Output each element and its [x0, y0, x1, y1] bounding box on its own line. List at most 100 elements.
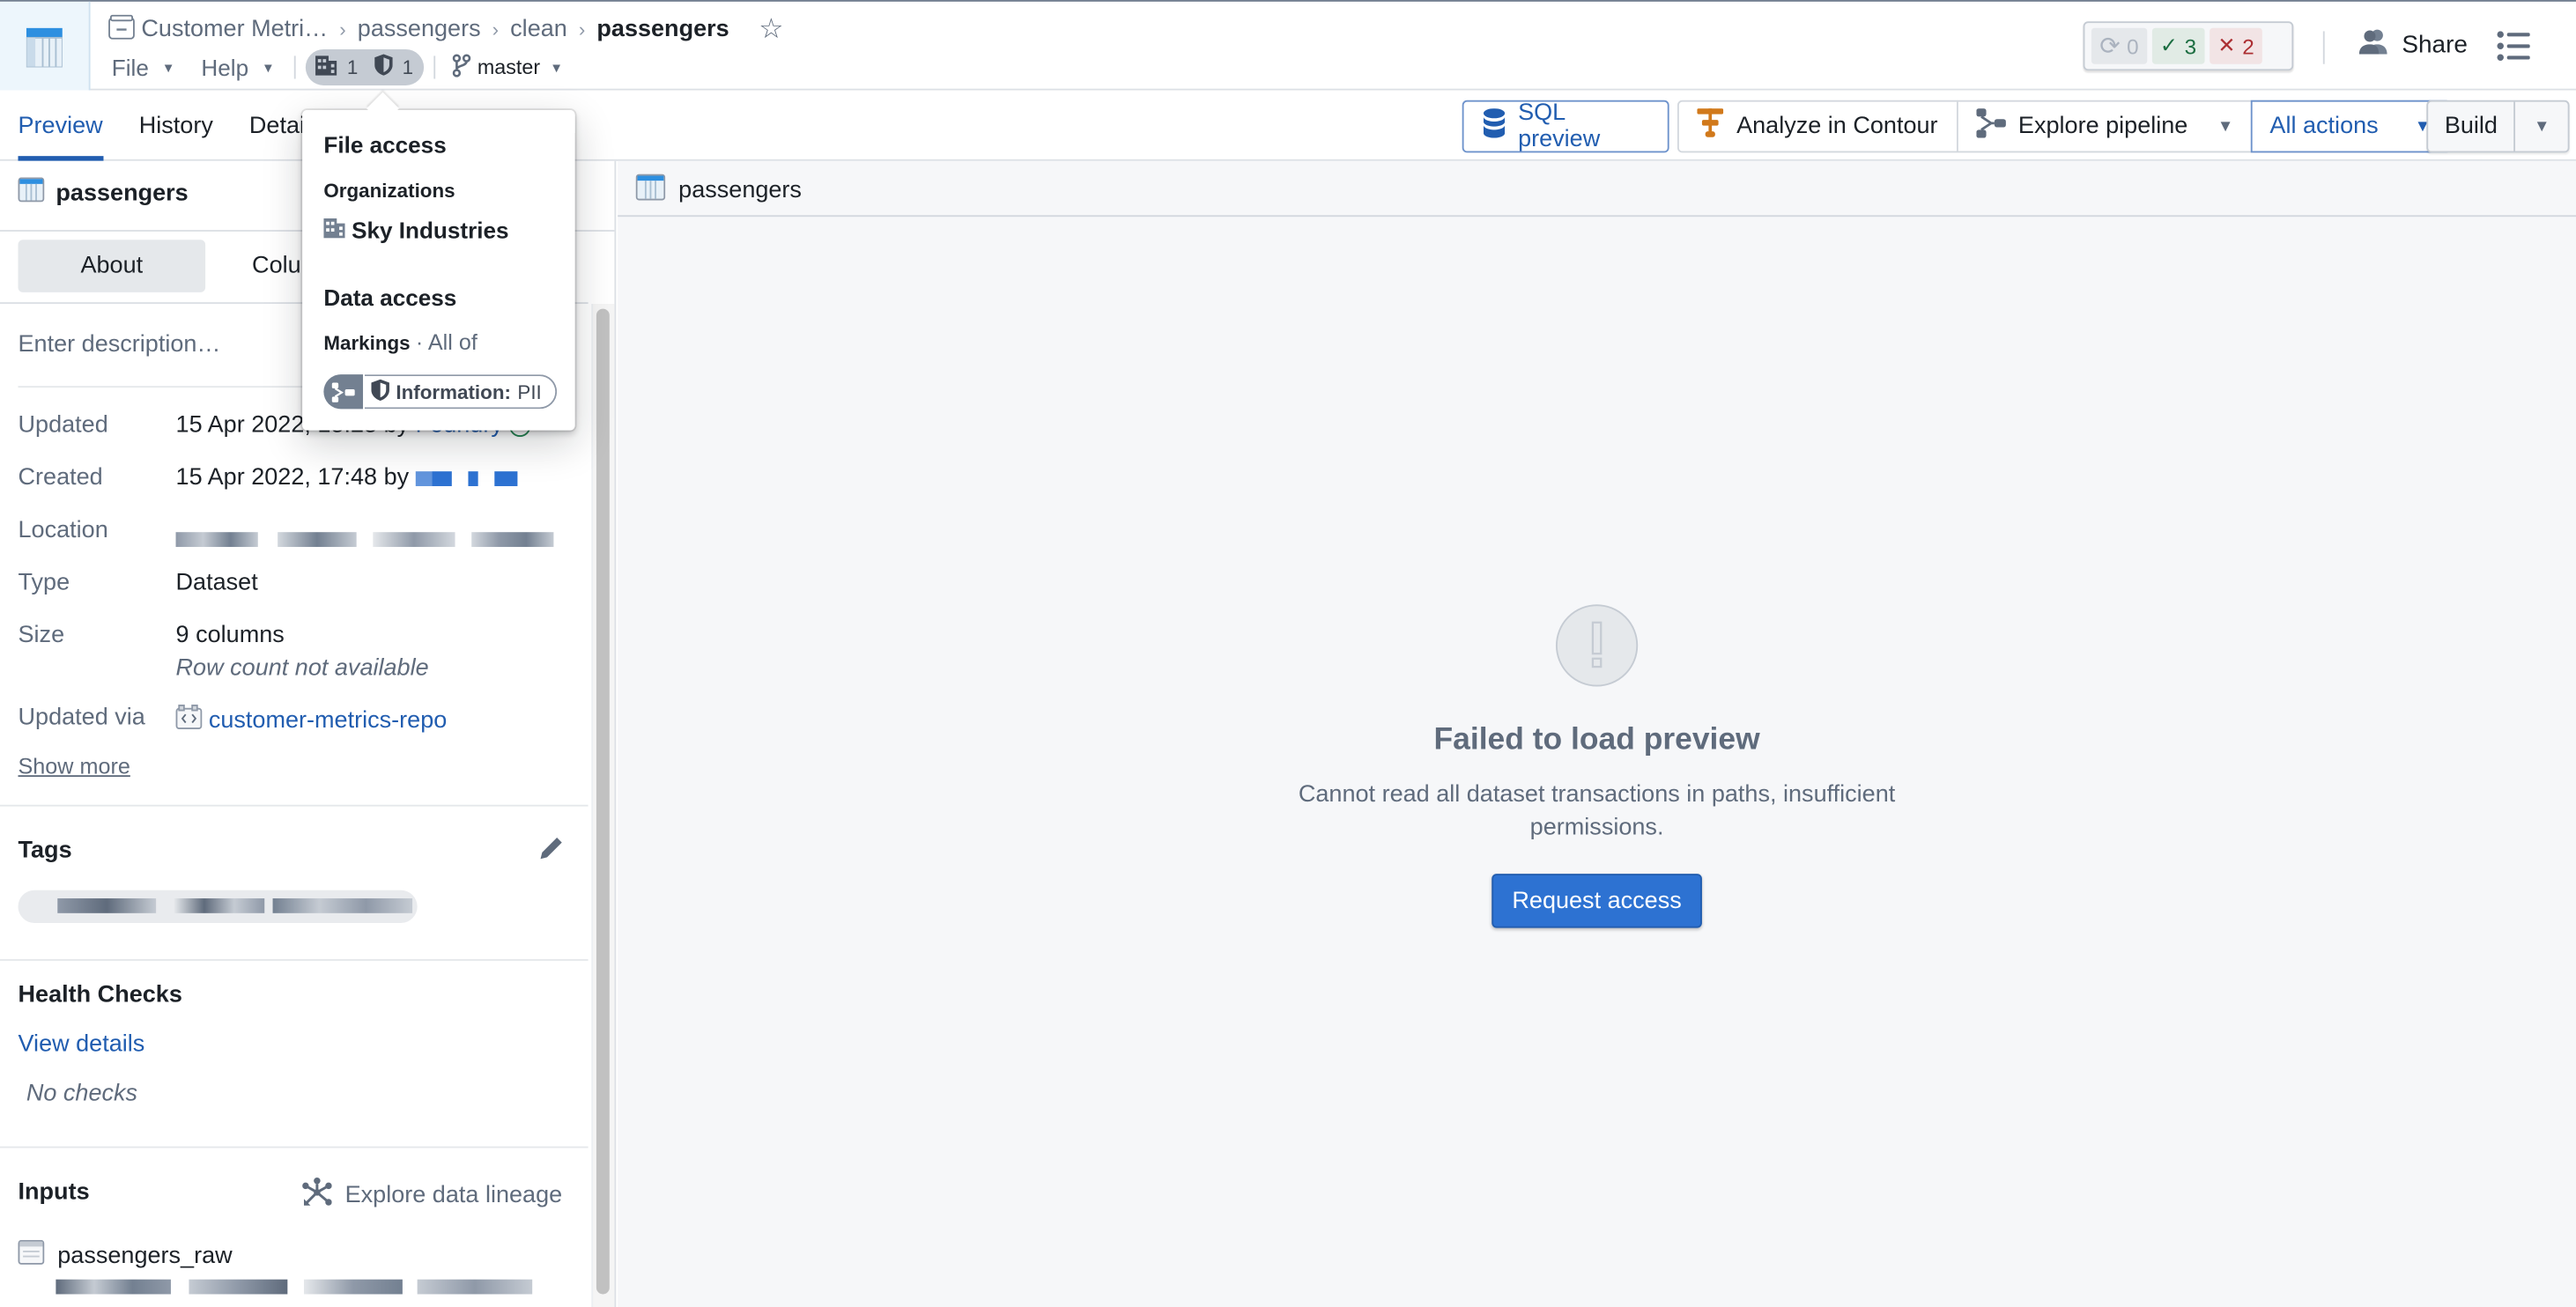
code-repo-link[interactable]: customer-metrics-repo	[209, 707, 447, 734]
tab-history[interactable]: History	[139, 91, 213, 161]
prop-label-location: Location	[18, 517, 108, 544]
cross-icon: ✕	[2217, 33, 2236, 58]
divider	[294, 55, 297, 79]
build-options-button[interactable]: ▼	[2513, 101, 2568, 151]
actions-button-group: Analyze in Contour Explore pipeline ▼ Al…	[1677, 100, 2451, 153]
help-menu[interactable]: Help ▼	[201, 55, 274, 81]
marking-tag[interactable]: Information: PII	[323, 373, 559, 411]
lineage-icon	[302, 1178, 332, 1214]
prop-value-type: Dataset	[175, 570, 258, 596]
divider	[2322, 31, 2325, 64]
checks-failed-count: 2	[2242, 33, 2254, 59]
scrollbar-thumb[interactable]	[596, 308, 610, 1295]
prop-label-size: Size	[18, 622, 65, 649]
description-input[interactable]: Enter description…	[19, 332, 221, 358]
breadcrumb-project[interactable]: Customer Metri…	[141, 17, 328, 43]
caret-down-icon: ▼	[2217, 117, 2234, 136]
checks-passed[interactable]: ✓ 3	[2151, 27, 2205, 64]
divider	[0, 1146, 588, 1148]
people-icon	[2358, 28, 2389, 61]
prop-value-updated-via: customer-metrics-repo	[175, 704, 447, 735]
access-requirements-popover: File access Organizations Sky Industries…	[302, 92, 575, 431]
request-access-button[interactable]: Request access	[1492, 874, 1702, 928]
health-checks-title: Health Checks	[18, 982, 182, 1008]
organization-item: Sky Industries	[323, 217, 509, 243]
tags-title: Tags	[18, 838, 72, 864]
preview-title: passengers	[635, 174, 802, 207]
checks-summary: ⟳ 0 ✓ 3 ✕ 2	[2083, 21, 2294, 71]
checks-running[interactable]: ⟳ 0	[2091, 27, 2147, 64]
tag-chip-redacted[interactable]	[18, 890, 418, 924]
app-header: Customer Metri… › passengers › clean › p…	[0, 0, 2576, 91]
branch-selector[interactable]: master ▼	[451, 53, 564, 82]
checks-passed-count: 3	[2184, 33, 2197, 59]
divider	[0, 804, 588, 807]
panel-title: passengers	[18, 177, 189, 208]
explore-data-lineage-button[interactable]: Explore data lineage	[302, 1178, 562, 1214]
contour-icon	[1697, 108, 1724, 144]
file-menu[interactable]: File ▼	[112, 55, 175, 81]
resource-name[interactable]: passengers	[596, 17, 729, 43]
pipeline-icon	[1975, 108, 2006, 144]
divider	[0, 959, 588, 961]
git-branch-icon	[451, 53, 470, 82]
inputs-title: Inputs	[18, 1178, 90, 1206]
chevron-right-icon: ›	[578, 18, 586, 41]
shield-icon	[371, 378, 389, 405]
row-count-note: Row count not available	[175, 655, 429, 682]
caret-down-icon: ▼	[550, 60, 564, 75]
chevron-right-icon: ›	[339, 18, 346, 41]
data-access-heading: Data access	[323, 284, 457, 311]
help-menu-label: Help	[201, 54, 249, 81]
created-timestamp: 15 Apr 2022, 17:48 by	[175, 464, 410, 491]
prop-value-created: 15 Apr 2022, 17:48 by	[176, 465, 518, 491]
segment-about[interactable]: About	[18, 240, 206, 292]
preview-header: passengers	[618, 161, 2576, 218]
share-button[interactable]: Share	[2358, 28, 2468, 61]
breadcrumb-folder-passengers[interactable]: passengers	[358, 17, 481, 43]
file-access-heading: File access	[323, 131, 447, 159]
properties-list-icon[interactable]	[2497, 31, 2530, 65]
markings-label: Markings	[323, 331, 411, 355]
project-box-icon	[108, 13, 135, 45]
caret-down-icon: ▼	[2533, 117, 2550, 136]
prop-label-updated: Updated	[18, 412, 108, 439]
analyze-contour-button[interactable]: Analyze in Contour	[1679, 102, 1956, 151]
view-details-link[interactable]: View details	[19, 1031, 145, 1058]
code-repo-icon	[175, 704, 203, 735]
dataset-app-icon[interactable]	[0, 1, 91, 91]
explore-data-lineage-label: Explore data lineage	[344, 1182, 563, 1209]
organization-name: Sky Industries	[352, 217, 509, 243]
analyze-contour-label: Analyze in Contour	[1736, 113, 1938, 140]
access-requirements-pill[interactable]: 1 1	[306, 48, 424, 85]
sql-preview-button[interactable]: SQL preview	[1462, 100, 1669, 153]
input-dataset-item[interactable]: passengers_raw	[18, 1239, 233, 1271]
explore-pipeline-button[interactable]: Explore pipeline ▼	[1956, 101, 2252, 151]
divider	[433, 55, 435, 79]
check-icon: ✓	[2159, 33, 2179, 58]
app-window: Customer Metri… › passengers › clean › p…	[0, 0, 2576, 1307]
edit-pencil-icon[interactable]	[537, 836, 564, 867]
marking-name: PII	[517, 380, 542, 403]
empty-state: Failed to load preview Cannot read all d…	[618, 604, 2576, 928]
show-more-link[interactable]: Show more	[19, 754, 130, 779]
dataset-icon	[635, 174, 666, 207]
chevron-right-icon: ›	[492, 18, 500, 41]
organizations-count: 1	[346, 55, 359, 79]
markings-row: Markings · All of	[323, 330, 477, 355]
empty-state-title: Failed to load preview	[1433, 722, 1760, 757]
marking-label: Information: PII	[363, 373, 559, 411]
checks-running-count: 0	[2127, 33, 2139, 59]
warning-icon	[1555, 604, 1639, 687]
tab-preview[interactable]: Preview	[18, 91, 103, 161]
build-button[interactable]: Build	[2428, 102, 2513, 151]
refresh-icon: ⟳	[2099, 33, 2121, 61]
star-icon[interactable]: ☆	[759, 13, 783, 46]
prop-label-updated-via: Updated via	[18, 704, 145, 731]
all-actions-button[interactable]: All actions ▼	[2250, 100, 2451, 153]
file-menu-label: File	[111, 54, 149, 81]
breadcrumb-folder-clean[interactable]: clean	[510, 17, 567, 43]
prop-label-type: Type	[18, 570, 70, 596]
marking-category-icon	[323, 374, 364, 410]
checks-failed[interactable]: ✕ 2	[2210, 27, 2263, 64]
